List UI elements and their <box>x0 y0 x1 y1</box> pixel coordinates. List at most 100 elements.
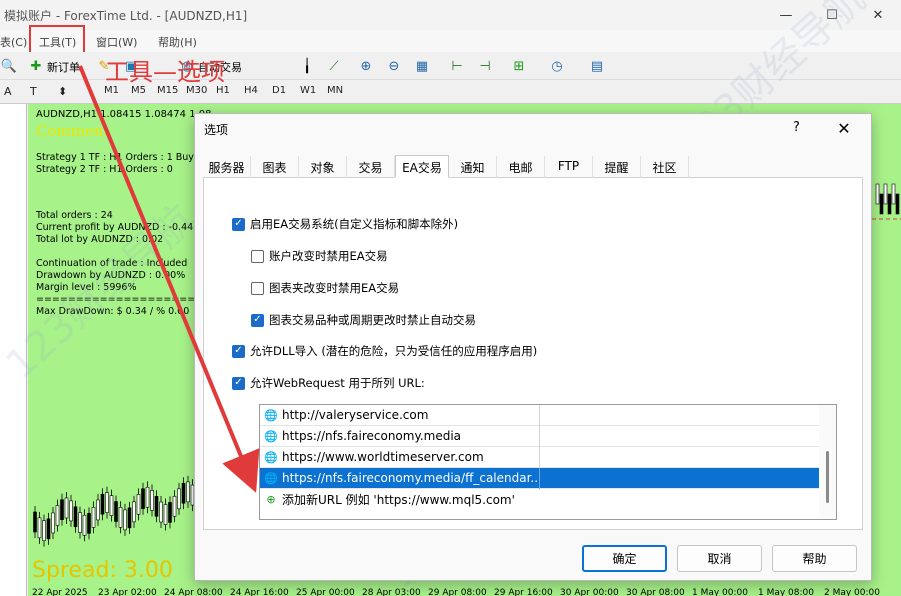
timeframe-d1[interactable]: D1 <box>272 85 286 96</box>
minimize-icon[interactable]: — <box>763 0 809 30</box>
globe-icon: 🌐 <box>264 450 278 464</box>
candle-body <box>177 488 181 510</box>
candle-body <box>181 482 186 504</box>
menu-item-window[interactable]: 窗口(W) <box>96 34 137 50</box>
candle-body <box>55 505 60 526</box>
tab-ftp[interactable]: FTP <box>545 156 593 178</box>
scroll-thumb[interactable] <box>826 451 829 503</box>
checkbox-label: 允许DLL导入 (潜在的危险，只为受信任的应用程序启用) <box>250 344 538 358</box>
candle-body <box>883 183 888 205</box>
candle-body <box>154 496 159 517</box>
candle-body <box>172 495 177 517</box>
maximize-icon[interactable]: ☐ <box>809 0 855 30</box>
disable-on-symbol-change-checkbox[interactable]: ✓ 图表交易品种或周期更改时禁止自动交易 <box>251 312 476 328</box>
url-list-item[interactable]: 🌐 https://nfs.faireconomy.media <box>260 425 820 447</box>
chart-info-line: Strategy 2 TF : H1 Orders : 0 <box>36 164 173 175</box>
ok-button[interactable]: 确定 <box>582 545 667 572</box>
close-icon[interactable]: ✕ <box>855 0 901 30</box>
tab-notifications[interactable]: 通知 <box>449 156 497 178</box>
url-text: https://nfs.faireconomy.media <box>282 425 540 447</box>
label-tool-icon[interactable]: T <box>30 85 37 98</box>
candle-body <box>96 499 100 521</box>
time-axis-label: 30 Apr 08:00 <box>626 588 685 596</box>
chart-shift-icon[interactable]: ⊢ <box>448 57 466 75</box>
candle-body <box>118 506 123 528</box>
tab-server[interactable]: 服务器 <box>203 156 251 178</box>
window-controls: — ☐ ✕ <box>763 0 901 30</box>
tab-charts[interactable]: 图表 <box>251 156 299 178</box>
text-tool-icon[interactable]: A <box>4 85 12 98</box>
checkbox-label: 启用EA交易系统(自定义指标和脚本除外) <box>250 217 459 231</box>
menu-item-charts[interactable]: 表(C) <box>0 34 27 50</box>
tab-expert-advisors[interactable]: EA交易 <box>395 155 449 178</box>
chart-comment: Comment <box>36 122 110 140</box>
cancel-button[interactable]: 取消 <box>677 545 762 572</box>
tab-alerts[interactable]: 提醒 <box>593 156 641 178</box>
new-order-button[interactable]: 新订单 <box>47 59 80 75</box>
candle-body <box>141 488 145 510</box>
tab-email[interactable]: 电邮 <box>497 156 545 178</box>
autoscroll-icon[interactable]: ⊣ <box>476 57 494 75</box>
timeframe-w1[interactable]: W1 <box>300 85 316 96</box>
allow-webrequest-checkbox[interactable]: ✓ 允许WebRequest 用于所列 URL: <box>232 375 425 391</box>
candle-body <box>46 518 51 540</box>
zoom-out-icon[interactable]: ⊖ <box>385 57 403 75</box>
url-list-item[interactable]: 🌐 http://valeryservice.com <box>260 405 820 426</box>
spread-label: Spread: 3.00 <box>32 558 173 583</box>
time-axis-label: 29 Apr 16:00 <box>494 588 553 596</box>
window-title: 模拟账户 - ForexTime Ltd. - [AUDNZD,H1] <box>4 9 248 23</box>
bar-chart-icon[interactable]: ╽ <box>298 57 316 75</box>
candle-body <box>123 509 127 531</box>
candle-body <box>186 481 190 503</box>
arrows-tool-icon[interactable]: ⬍ <box>58 85 67 98</box>
disable-on-profile-change-checkbox[interactable]: 图表夹改变时禁用EA交易 <box>251 280 399 296</box>
periods-icon[interactable]: ◷ <box>548 57 566 75</box>
candle-body <box>73 506 78 528</box>
candle-body <box>136 494 141 515</box>
allow-dll-checkbox[interactable]: ✓ 允许DLL导入 (潜在的危险，只为受信任的应用程序启用) <box>232 343 537 359</box>
globe-icon: 🌐 <box>264 471 278 485</box>
tile-windows-icon[interactable]: ▦ <box>413 57 431 75</box>
zoom-in-icon[interactable]: ⊕ <box>357 57 375 75</box>
menu-item-help[interactable]: 帮助(H) <box>158 34 197 50</box>
candle-body <box>82 514 87 536</box>
url-list-scrollbar[interactable] <box>819 405 836 519</box>
candle-body <box>33 511 37 533</box>
help-button[interactable]: 帮助 <box>772 545 857 572</box>
tab-objects[interactable]: 对象 <box>299 156 347 178</box>
annotation-text: 工具—选项 <box>105 58 225 86</box>
url-list-item[interactable]: 🌐 https://www.worldtimeserver.com <box>260 446 820 468</box>
line-chart-icon[interactable]: ⟋ <box>325 57 343 75</box>
time-axis-label: 25 Apr 00:00 <box>296 588 355 596</box>
chart-info-line: Total orders : 24 <box>36 210 113 221</box>
add-url-item[interactable]: ⊕ 添加新URL 例如 'https://www.mql5.com' <box>260 489 820 510</box>
time-axis-label: 24 Apr 16:00 <box>230 588 289 596</box>
checkbox-empty-icon <box>251 249 264 263</box>
dialog-close-icon[interactable]: ✕ <box>833 117 855 139</box>
indicators-icon[interactable]: ⊞ <box>510 57 528 75</box>
url-list-item-selected[interactable]: 🌐 https://nfs.faireconomy.media/ff_calen… <box>260 467 820 489</box>
time-axis-label: 2 May 00:00 <box>824 588 880 596</box>
templates-icon[interactable]: ▤ <box>588 57 606 75</box>
tab-community[interactable]: 社区 <box>641 156 689 178</box>
timeframe-h4[interactable]: H4 <box>244 85 258 96</box>
market-watch-pane <box>0 104 27 596</box>
disable-on-account-change-checkbox[interactable]: 账户改变时禁用EA交易 <box>251 248 388 264</box>
globe-icon: 🌐 <box>264 408 278 422</box>
tab-trade[interactable]: 交易 <box>347 156 395 178</box>
checkbox-check-icon: ✓ <box>232 376 245 390</box>
timeframe-mn[interactable]: MN <box>327 85 343 96</box>
time-axis-label: 29 Apr 08:00 <box>428 588 487 596</box>
candle-body <box>114 501 118 522</box>
zoom-icon[interactable]: 🔍 <box>0 57 18 75</box>
checkbox-check-icon: ✓ <box>232 217 245 231</box>
enable-ea-checkbox[interactable]: ✓ 启用EA交易系统(自定义指标和脚本除外) <box>232 216 458 232</box>
webrequest-url-list[interactable]: 🌐 http://valeryservice.com 🌐 https://nfs… <box>259 404 837 520</box>
checkbox-empty-icon <box>251 281 264 295</box>
candle-body <box>159 501 163 523</box>
candle-body <box>91 507 96 528</box>
help-icon[interactable]: ? <box>793 120 800 135</box>
chart-info-line: Drawdown by AUDNZD : 0.00% <box>36 270 186 281</box>
new-order-icon[interactable]: ✚ <box>27 57 45 75</box>
time-axis-label: 24 Apr 08:00 <box>164 588 223 596</box>
